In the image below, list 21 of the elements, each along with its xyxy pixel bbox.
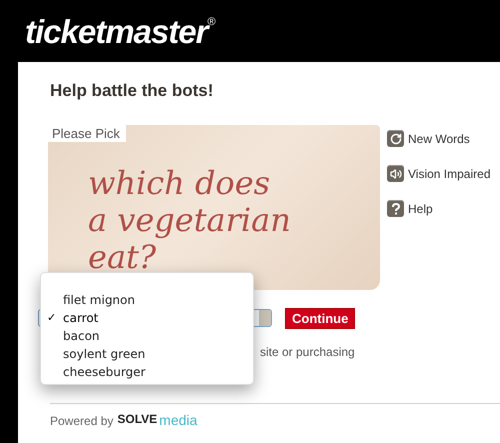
help-icon <box>387 200 404 217</box>
notice-text: site or purchasing <box>260 344 355 360</box>
dropdown-option[interactable]: bacon <box>41 327 253 345</box>
dropdown-option[interactable]: ✓ carrot <box>41 309 253 327</box>
logo: ticketmaster$^{®}$ <box>25 14 215 48</box>
dropdown-option[interactable]: soylent green <box>41 345 253 363</box>
captcha-label: Please Pick <box>48 124 126 142</box>
speaker-icon <box>387 165 404 182</box>
side-link[interactable]: New Words <box>387 130 490 148</box>
page-heading: Help battle the bots! <box>50 80 214 102</box>
continue-button[interactable]: Continue <box>285 308 356 328</box>
dropdown-option[interactable]: cheeseburger <box>41 363 253 381</box>
brand-logo: SOLVE media <box>117 411 198 430</box>
captcha-question: which does <box>88 164 270 202</box>
side-link[interactable]: Vision Impaired <box>387 164 490 182</box>
powered-by-text: Powered by <box>50 412 114 430</box>
dropdown-option[interactable]: filet mignon <box>41 291 253 309</box>
captcha-question: a vegetarian <box>88 202 291 238</box>
captcha-question: eat? <box>88 238 156 276</box>
side-link[interactable]: Help <box>387 200 490 218</box>
refresh-icon <box>387 130 404 147</box>
